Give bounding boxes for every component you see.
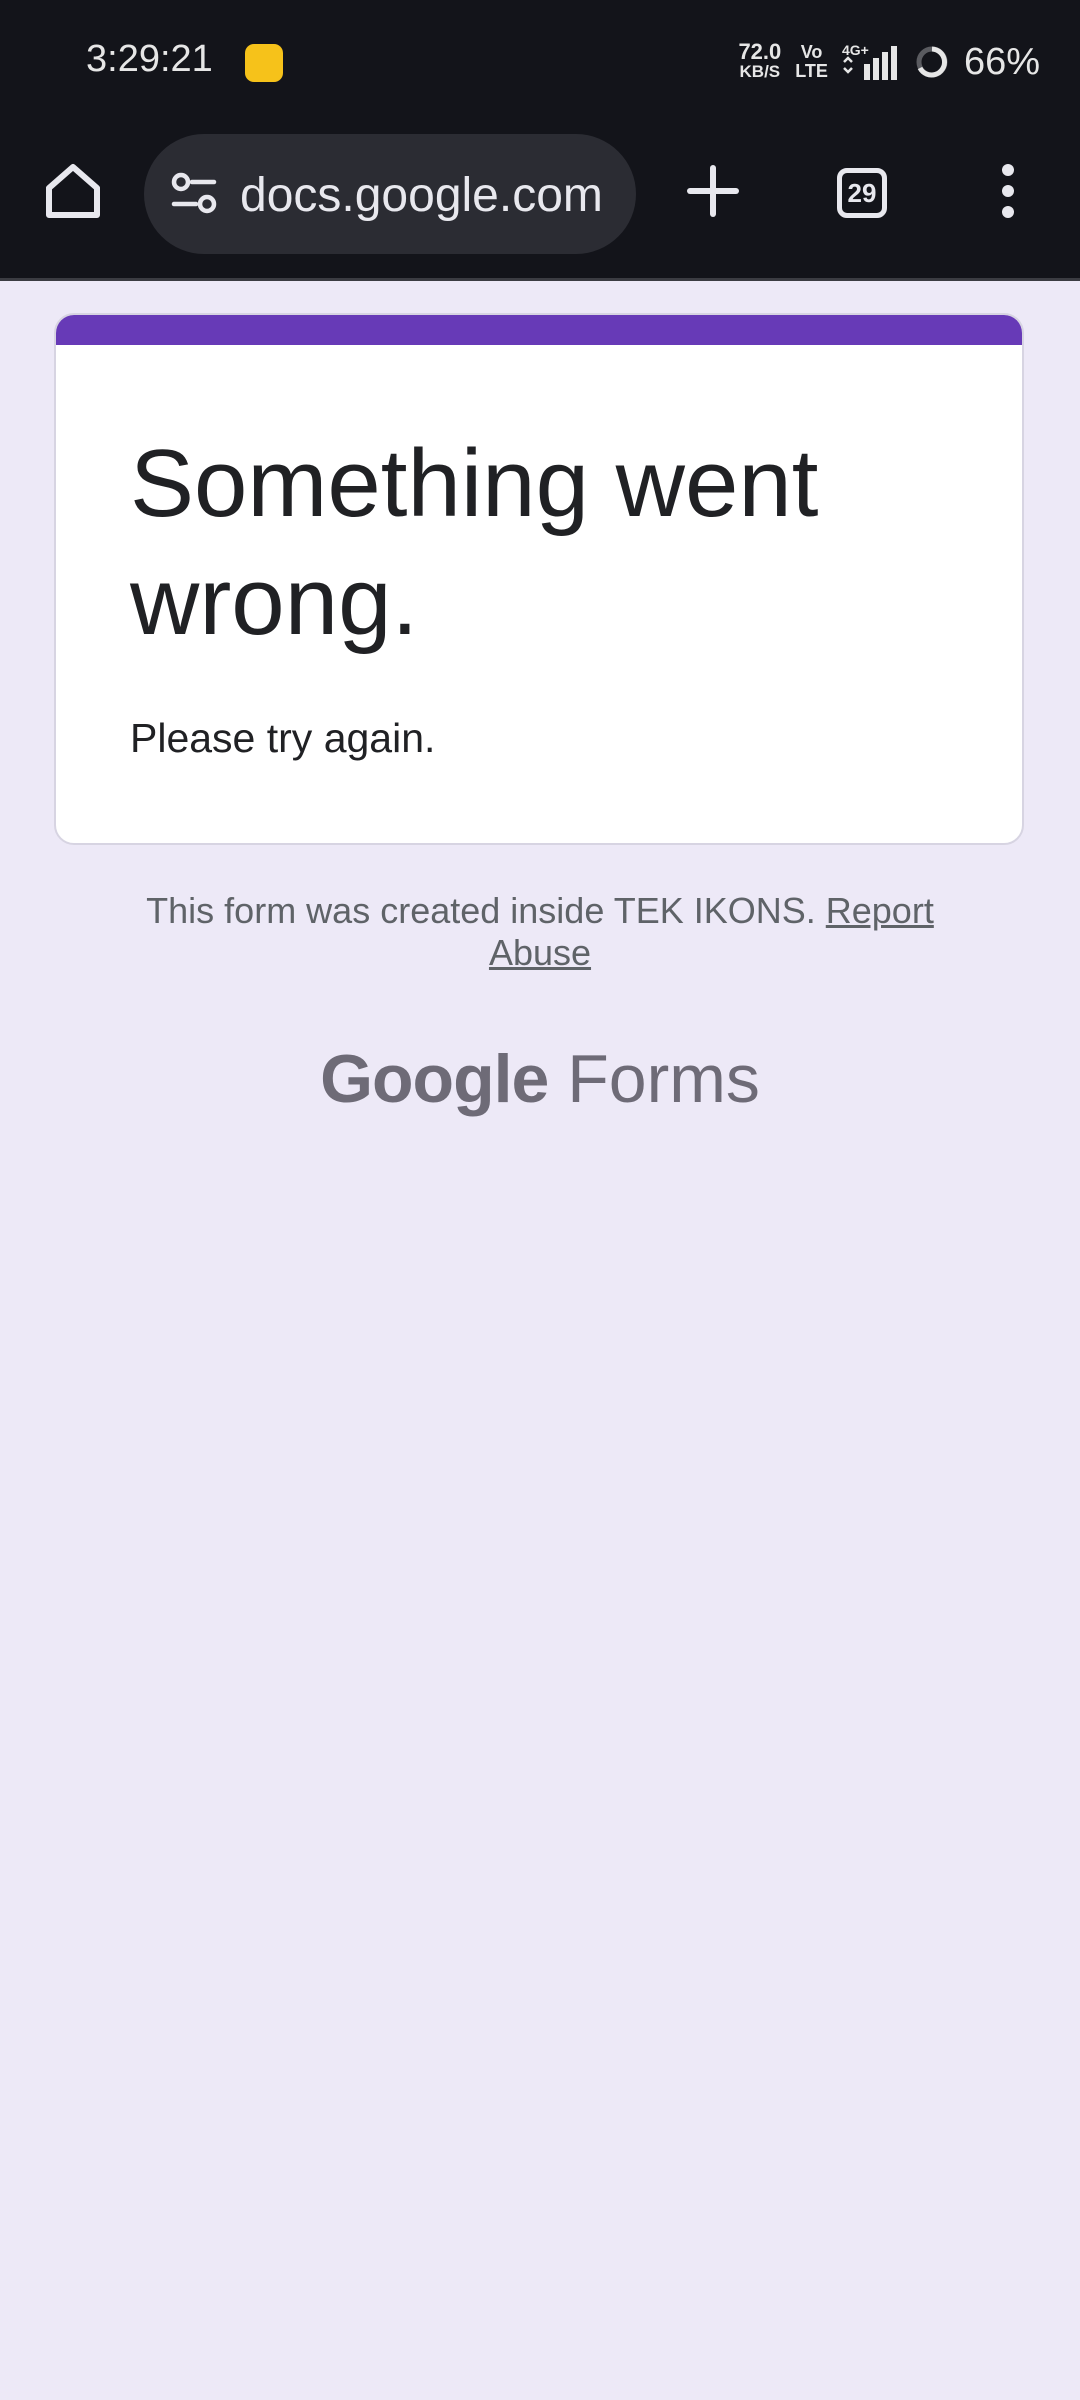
- url-text: docs.google.com: [240, 169, 603, 222]
- battery-percent: 66%: [963, 40, 1040, 83]
- tab-count: 29: [847, 177, 877, 208]
- card-accent-bar: [56, 315, 1022, 345]
- site-settings-icon[interactable]: [168, 168, 220, 220]
- browser-toolbar: docs.google.com 29: [0, 124, 1080, 278]
- tabs-icon[interactable]: 29: [837, 168, 887, 218]
- error-title: Something went wrong.: [130, 430, 819, 655]
- volte-indicator: Vo LTE: [795, 42, 828, 81]
- brand-google: Google: [320, 1041, 549, 1117]
- network-type: 4G+: [842, 42, 869, 58]
- brand-product: Forms: [567, 1041, 760, 1117]
- status-bar: 3:29:21 72.0 KB/S Vo LTE 4G+ 66%: [0, 0, 1080, 124]
- footer-text: This form was created inside TEK IKONS.: [146, 890, 816, 931]
- plus-icon[interactable]: [680, 158, 746, 224]
- home-icon[interactable]: [40, 158, 106, 224]
- error-message: Please try again.: [130, 715, 436, 761]
- google-forms-logo: Google Forms: [0, 1040, 1080, 1118]
- realme-app-icon: [245, 44, 283, 82]
- error-card: Something went wrong. Please try again.: [54, 313, 1024, 845]
- status-time: 3:29:21: [86, 38, 213, 80]
- toolbar-divider: [0, 278, 1080, 281]
- battery-icon: [916, 46, 948, 78]
- signal-icon: 4G+: [842, 42, 897, 80]
- status-indicators: 72.0 KB/S Vo LTE 4G+ 66%: [738, 34, 1040, 90]
- more-vert-icon[interactable]: [990, 158, 1026, 224]
- address-bar[interactable]: docs.google.com: [144, 134, 636, 254]
- network-speed: 72.0 KB/S: [738, 39, 782, 82]
- form-footer-note: This form was created inside TEK IKONS. …: [100, 890, 980, 974]
